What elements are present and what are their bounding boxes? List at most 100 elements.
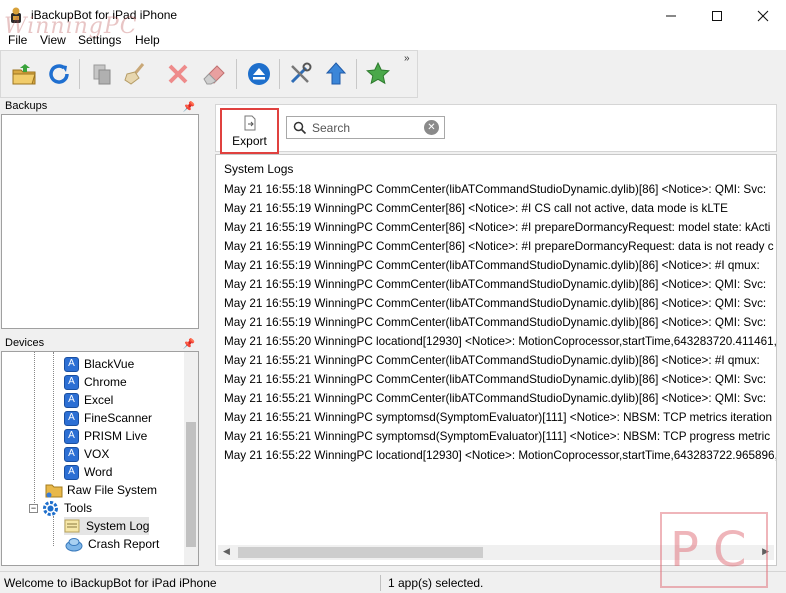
clear-search-icon[interactable]: ✕ bbox=[424, 120, 439, 135]
toolbar-separator bbox=[79, 59, 80, 89]
app-label: PRISM Live bbox=[84, 429, 148, 443]
tree-connector bbox=[34, 352, 35, 509]
minimize-icon bbox=[666, 15, 676, 16]
log-line: May 21 16:55:19 WinningPC CommCenter[86]… bbox=[224, 202, 728, 215]
delete-button[interactable] bbox=[163, 59, 193, 89]
tree-connector bbox=[53, 516, 54, 546]
maximize-icon bbox=[712, 10, 722, 21]
devices-scrollbar[interactable] bbox=[184, 352, 198, 565]
eraser-button[interactable] bbox=[199, 59, 229, 89]
backups-tree[interactable] bbox=[1, 114, 199, 329]
collapse-toggle[interactable]: − bbox=[29, 503, 38, 513]
tools-item[interactable]: − Tools bbox=[29, 499, 92, 517]
broom-icon bbox=[124, 63, 145, 85]
toolbar-empty-area bbox=[418, 50, 786, 98]
crash-report-icon bbox=[65, 538, 83, 552]
devices-tree[interactable]: A BlackVue A Chrome A Excel A FineScanne… bbox=[1, 351, 199, 566]
crash-report-label: Crash Report bbox=[88, 537, 160, 551]
toolbar: » bbox=[0, 50, 418, 98]
raw-file-system-label: Raw File System bbox=[67, 483, 158, 497]
close-icon bbox=[757, 10, 769, 21]
app-store-icon: A bbox=[64, 428, 79, 444]
backups-title: Backups bbox=[5, 100, 48, 112]
status-divider bbox=[380, 575, 381, 591]
search-placeholder: Search bbox=[312, 121, 351, 135]
menu-file[interactable]: File bbox=[8, 33, 27, 47]
tools-button[interactable] bbox=[285, 59, 315, 89]
log-line: May 21 16:55:22 WinningPC locationd[1293… bbox=[224, 449, 777, 462]
system-log-item[interactable]: System Log bbox=[64, 517, 150, 535]
export-icon bbox=[244, 115, 255, 130]
device-app-item[interactable]: A Word bbox=[64, 463, 112, 481]
menu-bar: File View Settings Help bbox=[0, 32, 786, 50]
toolbar-separator bbox=[236, 59, 237, 89]
upload-icon bbox=[325, 62, 347, 85]
tree-connector bbox=[53, 352, 54, 480]
menu-settings[interactable]: Settings bbox=[78, 33, 121, 47]
copy-icon bbox=[93, 64, 111, 85]
clean-button[interactable] bbox=[121, 59, 151, 89]
device-app-item[interactable]: A Excel bbox=[64, 391, 113, 409]
app-store-icon: A bbox=[64, 374, 79, 390]
system-log-label: System Log bbox=[86, 519, 150, 533]
raw-file-system-item[interactable]: Raw File System bbox=[45, 481, 157, 499]
app-label: Chrome bbox=[84, 375, 127, 389]
toolbar-overflow-button[interactable]: » bbox=[404, 53, 410, 64]
export-button[interactable]: Export bbox=[220, 108, 279, 154]
device-app-item[interactable]: A VOX bbox=[64, 445, 109, 463]
log-line: May 21 16:55:21 WinningPC CommCenter(lib… bbox=[224, 373, 767, 386]
refresh-button[interactable] bbox=[44, 59, 74, 89]
toolbar-separator bbox=[356, 59, 357, 89]
device-app-item[interactable]: A BlackVue bbox=[64, 355, 134, 373]
log-line: May 21 16:55:19 WinningPC CommCenter(lib… bbox=[224, 278, 767, 291]
app-label: BlackVue bbox=[84, 357, 135, 371]
log-line: May 21 16:55:21 WinningPC symptomsd(Symp… bbox=[224, 411, 773, 424]
scroll-left-icon[interactable]: ◀ bbox=[223, 546, 230, 557]
devices-title: Devices bbox=[5, 337, 45, 349]
favorite-button[interactable] bbox=[363, 59, 393, 89]
close-button[interactable] bbox=[740, 0, 786, 31]
log-line: May 21 16:55:19 WinningPC CommCenter(lib… bbox=[224, 297, 767, 310]
log-line: May 21 16:55:21 WinningPC CommCenter(lib… bbox=[224, 354, 760, 367]
device-app-item[interactable]: A Chrome bbox=[64, 373, 127, 391]
open-folder-icon bbox=[12, 64, 36, 85]
delete-icon bbox=[168, 64, 188, 84]
log-line: May 21 16:55:19 WinningPC CommCenter(lib… bbox=[224, 259, 760, 272]
search-icon bbox=[293, 121, 307, 135]
maximize-button[interactable] bbox=[694, 0, 740, 31]
scrollbar-thumb[interactable] bbox=[186, 422, 196, 547]
toolbar-separator bbox=[279, 59, 280, 89]
system-logs-panel[interactable]: System Logs May 21 16:55:18 WinningPC Co… bbox=[215, 154, 777, 566]
eraser-icon bbox=[203, 65, 225, 85]
tools-label: Tools bbox=[64, 501, 93, 515]
menu-help[interactable]: Help bbox=[135, 33, 160, 47]
scrollbar-thumb[interactable] bbox=[238, 547, 483, 558]
status-message: Welcome to iBackupBot for iPad iPhone bbox=[4, 576, 217, 590]
menu-view[interactable]: View bbox=[40, 33, 66, 47]
backups-panel-header: Backups 📌 bbox=[1, 98, 199, 114]
open-button[interactable] bbox=[9, 59, 39, 89]
upload-button[interactable] bbox=[321, 59, 351, 89]
app-store-icon: A bbox=[64, 356, 79, 372]
search-input[interactable]: Search ✕ bbox=[286, 116, 445, 139]
selection-count: 1 app(s) selected. bbox=[388, 576, 484, 590]
device-app-item[interactable]: A FineScanner bbox=[64, 409, 152, 427]
app-store-icon: A bbox=[64, 446, 79, 462]
app-label: VOX bbox=[84, 447, 110, 461]
crash-report-item[interactable]: Crash Report bbox=[64, 535, 159, 553]
eject-button[interactable] bbox=[244, 59, 274, 89]
copy-button[interactable] bbox=[87, 59, 117, 89]
log-line: May 21 16:55:19 WinningPC CommCenter[86]… bbox=[224, 221, 771, 234]
device-app-item[interactable]: A PRISM Live bbox=[64, 427, 147, 445]
refresh-icon bbox=[49, 64, 69, 84]
export-label: Export bbox=[232, 133, 267, 148]
minimize-button[interactable] bbox=[648, 0, 694, 31]
star-icon bbox=[366, 61, 390, 85]
app-label: Word bbox=[84, 465, 113, 479]
log-line: May 21 16:55:18 WinningPC CommCenter(lib… bbox=[224, 183, 767, 196]
app-store-icon: A bbox=[64, 464, 79, 480]
log-line: May 21 16:55:21 WinningPC CommCenter(lib… bbox=[224, 392, 767, 405]
log-line: May 21 16:55:21 WinningPC symptomsd(Symp… bbox=[224, 430, 771, 443]
gear-icon bbox=[43, 500, 58, 516]
app-label: FineScanner bbox=[84, 411, 153, 425]
